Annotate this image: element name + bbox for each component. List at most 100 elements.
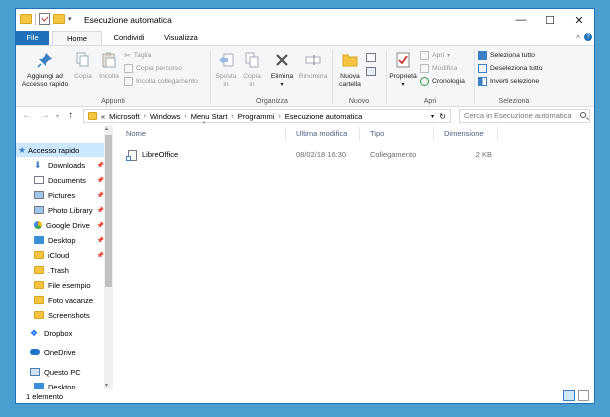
new-item-icon[interactable]: [366, 53, 376, 62]
nav-item-foto-vacanze[interactable]: Foto vacanze: [16, 293, 108, 307]
refresh-icon[interactable]: ↻: [439, 112, 446, 121]
rename-label: Rinomina: [298, 73, 328, 80]
column-header-size[interactable]: Dimensione: [434, 127, 498, 141]
properties-check-icon: [396, 52, 410, 68]
delete-dropdown-icon[interactable]: ▾: [268, 81, 296, 89]
breadcrumb-chevron-icon[interactable]: ›: [231, 113, 233, 120]
file-size: 2 KB: [475, 150, 492, 159]
folder-icon: [34, 266, 44, 274]
nav-item-downloads[interactable]: ⬇ Downloads 📌: [16, 158, 108, 172]
maximize-button[interactable]: ☐: [535, 9, 565, 31]
edit-button[interactable]: Modifica: [420, 64, 457, 73]
search-input[interactable]: Cerca in Esecuzione automatica: [459, 109, 590, 123]
delete-button[interactable]: Elimina ▾: [268, 52, 296, 89]
copy-to-button[interactable]: Copia in: [240, 52, 264, 89]
select-none-button[interactable]: Deseleziona tutto: [478, 64, 543, 73]
nav-item-documents[interactable]: Documents 📌: [16, 173, 108, 187]
nav-item-pictures[interactable]: Pictures 📌: [16, 188, 108, 202]
nav-item-icloud[interactable]: iCloud 📌: [16, 248, 108, 262]
folder-icon: [34, 281, 44, 289]
edit-label: Modifica: [432, 65, 458, 72]
nav-item-label: Documents: [48, 175, 86, 185]
nav-item-questo-pc[interactable]: Questo PC: [16, 365, 108, 379]
nav-item-onedrive[interactable]: OneDrive: [16, 345, 108, 359]
download-icon: ⬇: [34, 160, 42, 170]
tab-condividi[interactable]: Condividi: [104, 31, 154, 45]
column-header-type[interactable]: Tipo: [360, 127, 434, 141]
nav-item-dropbox[interactable]: ❖ Dropbox: [16, 326, 108, 340]
delete-label: Elimina: [270, 73, 294, 80]
nav-item-photo-library[interactable]: Photo Library 📌: [16, 203, 108, 217]
breadcrumb-chevron-icon[interactable]: ›: [144, 113, 146, 120]
forward-arrow-icon[interactable]: →: [40, 110, 50, 121]
recent-locations-icon[interactable]: ▾: [56, 113, 59, 120]
new-folder-button[interactable]: Nuova cartella: [336, 52, 364, 89]
nav-scroll-thumb[interactable]: [105, 135, 112, 287]
breadcrumb-esecuzione-automatica[interactable]: Esecuzione automatica: [285, 112, 363, 121]
pin-icon: 📌: [96, 162, 104, 169]
breadcrumb-menu-start[interactable]: Menu Start: [191, 112, 228, 121]
properties-dropdown-icon[interactable]: ▾: [388, 81, 418, 89]
ribbon-collapse-icon[interactable]: ˄: [576, 34, 580, 41]
nav-item-label: Google Drive: [46, 220, 90, 230]
open-button[interactable]: Apri ▾: [420, 51, 450, 60]
paste-shortcut-icon: [124, 77, 133, 86]
nav-item-trash[interactable]: .Trash: [16, 263, 108, 277]
breadcrumb-windows[interactable]: Windows: [150, 112, 180, 121]
easy-access-icon[interactable]: [366, 67, 376, 76]
invert-selection-label: Inverti selezione: [490, 78, 540, 85]
move-to-label-2: in: [223, 81, 229, 88]
cut-button[interactable]: ✂ Taglia: [124, 51, 151, 60]
tab-home[interactable]: Home: [52, 31, 102, 45]
address-box[interactable]: « Microsoft › Windows › Menu Start › Pro…: [83, 109, 451, 123]
nav-item-google-drive[interactable]: Google Drive 📌: [16, 218, 108, 232]
copy-path-button[interactable]: Copia percorso: [124, 64, 182, 73]
copy-button[interactable]: Copia: [72, 52, 94, 81]
scroll-down-icon[interactable]: ▾: [105, 382, 108, 389]
nav-item-desktop[interactable]: Desktop 📌: [16, 233, 108, 247]
nav-item-file-esempio[interactable]: File esempio: [16, 278, 108, 292]
pin-quick-access-button[interactable]: Aggiungi ad Accesso rapido: [20, 52, 70, 89]
breadcrumb-programmi[interactable]: Programmi: [238, 112, 275, 121]
properties-button[interactable]: Proprietà ▾: [388, 52, 418, 89]
column-header-name[interactable]: Nome: [116, 127, 286, 141]
rename-button[interactable]: Rinomina: [298, 52, 328, 81]
table-row[interactable]: LibreOffice 08/02/18 16:30 Collegamento …: [116, 147, 594, 163]
scroll-up-icon[interactable]: ▴: [105, 125, 108, 132]
nav-item-accesso-rapido[interactable]: ★ Accesso rapido: [16, 143, 108, 157]
address-dropdown-icon[interactable]: ▾: [431, 113, 434, 120]
group-separator: [474, 50, 475, 104]
invert-selection-button[interactable]: Inverti selezione: [478, 77, 539, 86]
title-bar: ▾ Esecuzione automatica — ☐ ✕: [16, 9, 594, 31]
shortcut-arrow-icon: [126, 156, 131, 161]
nav-scrollbar[interactable]: ▴ ▾: [104, 125, 113, 389]
tab-visualizza[interactable]: Visualizza: [156, 31, 206, 45]
breadcrumb-chevron-icon[interactable]: ›: [184, 113, 186, 120]
details-view-icon[interactable]: [563, 390, 575, 401]
new-folder-icon[interactable]: [53, 14, 65, 24]
new-folder-label-1: Nuova: [340, 73, 360, 80]
nav-item-label: Screenshots: [48, 310, 90, 320]
up-arrow-icon[interactable]: ↑: [68, 110, 73, 121]
close-button[interactable]: ✕: [564, 9, 594, 31]
breadcrumb-microsoft[interactable]: Microsoft: [109, 112, 139, 121]
select-all-button[interactable]: Seleziona tutto: [478, 51, 535, 60]
tab-file[interactable]: File: [16, 31, 49, 45]
nav-item-label: iCloud: [48, 250, 70, 260]
address-overflow[interactable]: «: [101, 112, 105, 121]
qat-dropdown-icon[interactable]: ▾: [68, 15, 72, 23]
breadcrumb-chevron-icon[interactable]: ›: [278, 113, 280, 120]
help-icon[interactable]: ?: [584, 33, 592, 41]
minimize-button[interactable]: —: [506, 9, 536, 31]
column-header-modified[interactable]: Ultima modifica: [286, 127, 360, 141]
select-none-label: Deseleziona tutto: [490, 65, 543, 72]
move-to-button[interactable]: Sposta in: [214, 52, 238, 89]
paste-button[interactable]: Incolla: [96, 52, 122, 81]
paste-shortcut-button[interactable]: Incolla collegamento: [124, 77, 198, 86]
address-folder-icon: [88, 112, 97, 120]
large-icons-view-icon[interactable]: [578, 390, 589, 401]
back-arrow-icon[interactable]: ←: [22, 110, 32, 121]
nav-item-screenshots[interactable]: Screenshots: [16, 308, 108, 322]
history-button[interactable]: Cronologia: [420, 77, 465, 86]
properties-icon[interactable]: [39, 13, 50, 25]
